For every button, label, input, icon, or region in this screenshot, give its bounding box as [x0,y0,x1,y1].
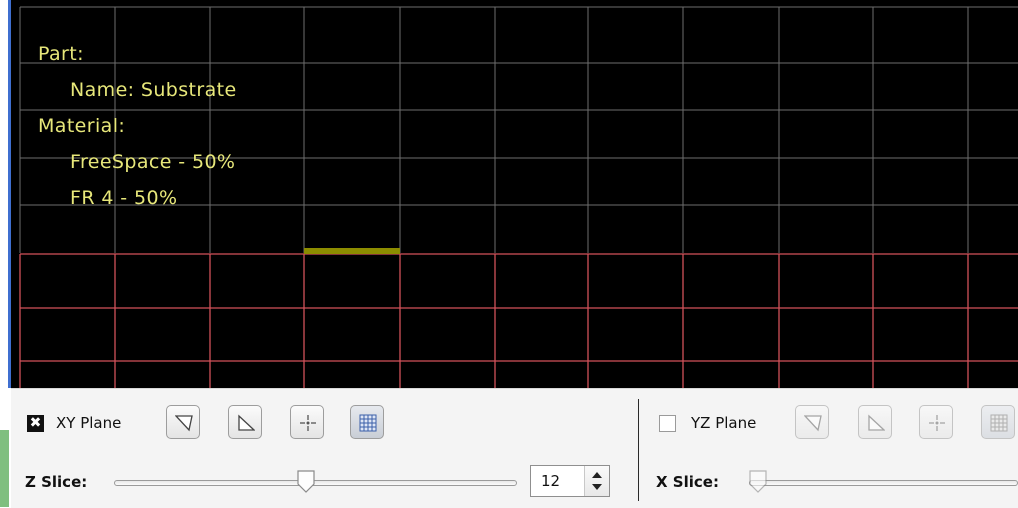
yz-view-diagonal-button[interactable] [795,405,829,439]
focus-border [8,0,11,388]
material-item: FreeSpace - 50% [70,151,236,173]
material-heading: Material: [38,115,126,137]
grid-toggle-icon [359,414,377,432]
view-diagonal-icon [804,415,822,432]
xy-view-corner-button[interactable] [228,405,262,439]
x-slice-slider-thumb[interactable] [748,469,768,493]
x-slice-slider-track[interactable] [749,480,1018,486]
part-name: Name: Substrate [70,79,237,101]
z-slice-value: 12 [541,472,561,490]
part-info-overlay: Part: Name: Substrate Material: FreeSpac… [38,36,237,216]
view-corner-icon [238,414,255,431]
yz-grid-toggle-button[interactable] [981,405,1015,439]
substrate-edge [304,248,400,254]
spin-up-down-icon [592,472,602,490]
yz-plane-label: YZ Plane [691,414,757,432]
panel-separator [638,399,639,501]
background-strip [0,430,9,507]
yz-plane-checkbox[interactable] [659,415,676,432]
grid-toggle-icon [990,414,1008,432]
xy-view-diagonal-button[interactable] [166,405,200,439]
center-point-icon [929,415,945,431]
slice-control-panel: ✖ XY Plane Z Slice: 12 YZ Plane X Slice: [11,388,1018,508]
z-slice-slider-thumb[interactable] [296,469,316,493]
z-slice-label: Z Slice: [25,473,88,491]
center-point-icon [300,415,316,431]
yz-center-point-button[interactable] [919,405,953,439]
view-corner-icon [868,414,885,431]
x-slice-label: X Slice: [656,473,719,491]
material-item: FR 4 - 50% [70,187,178,209]
xy-plane-checkbox[interactable]: ✖ [27,415,44,432]
view-diagonal-icon [175,415,193,432]
z-slice-spinbox[interactable]: 12 [530,465,610,497]
xy-center-point-button[interactable] [290,405,324,439]
3d-viewport[interactable]: Part: Name: Substrate Material: FreeSpac… [0,0,1018,388]
xy-plane-label: XY Plane [56,414,122,432]
yz-view-corner-button[interactable] [858,405,892,439]
spin-arrows[interactable] [584,466,609,496]
part-heading: Part: [38,43,84,65]
xy-grid-toggle-button[interactable] [350,405,384,439]
window-left-edge [0,0,11,507]
